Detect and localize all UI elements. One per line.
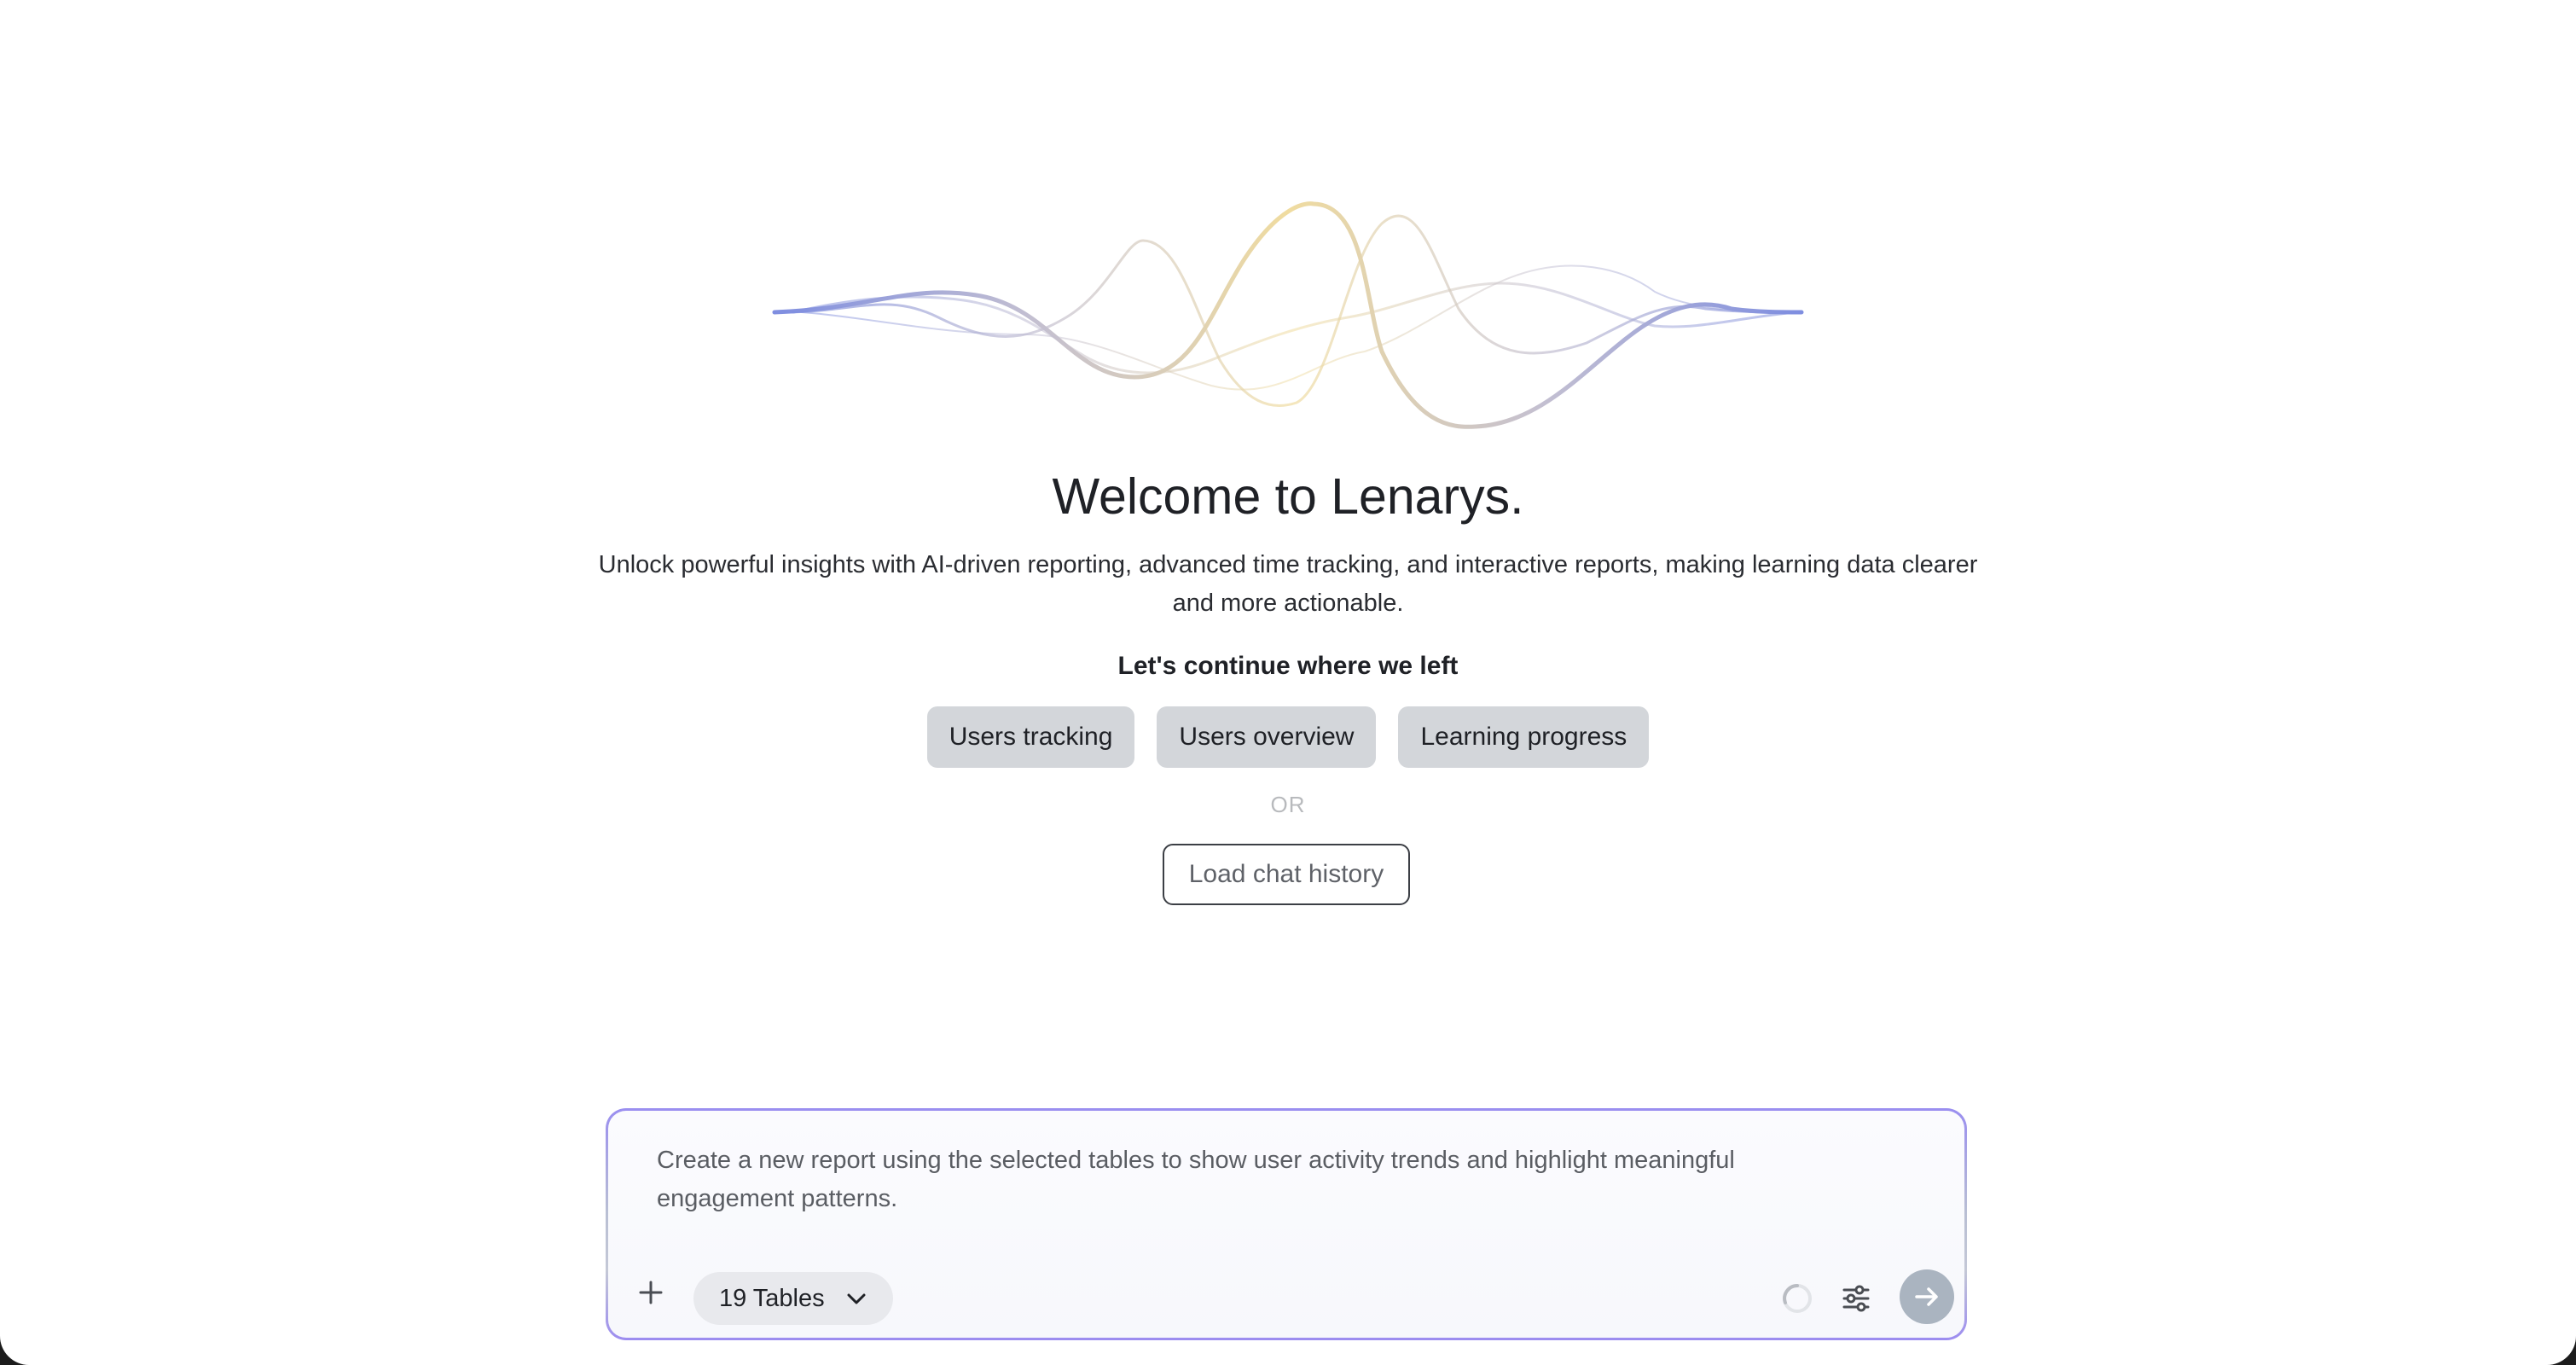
page-subtitle: Unlock powerful insights with AI-driven … (598, 551, 1978, 617)
chip-users-overview[interactable]: Users overview (1157, 706, 1377, 768)
chip-learning-progress[interactable]: Learning progress (1398, 706, 1650, 768)
suggestion-chips: Users tracking Users overview Learning p… (0, 706, 2576, 768)
page-title: Welcome to Lenarys. (1052, 468, 1524, 525)
send-button[interactable] (1900, 1269, 1954, 1324)
load-chat-history-button[interactable]: Load chat history (1163, 844, 1410, 905)
or-separator: OR (1270, 792, 1306, 817)
prompt-input[interactable]: Create a new report using the selected t… (657, 1141, 1834, 1218)
continue-heading: Let's continue where we left (1117, 652, 1459, 680)
chip-users-tracking[interactable]: Users tracking (926, 706, 1135, 768)
sliders-icon (1842, 1285, 1870, 1312)
app-window: Welcome to Lenarys. Unlock powerful insi… (0, 0, 2576, 1365)
plus-icon (639, 1281, 663, 1304)
chevron-down-icon (847, 1293, 866, 1304)
tables-selector-label: 19 Tables (719, 1284, 825, 1312)
settings-button[interactable] (1836, 1279, 1876, 1318)
arrow-right-icon (1915, 1287, 1938, 1306)
spinner-icon (1783, 1284, 1812, 1313)
wave-graphic (772, 201, 1804, 429)
add-attachment-button[interactable] (632, 1274, 670, 1311)
tables-selector[interactable]: 19 Tables (693, 1272, 893, 1325)
prompt-composer: Create a new report using the selected t… (606, 1108, 1967, 1340)
